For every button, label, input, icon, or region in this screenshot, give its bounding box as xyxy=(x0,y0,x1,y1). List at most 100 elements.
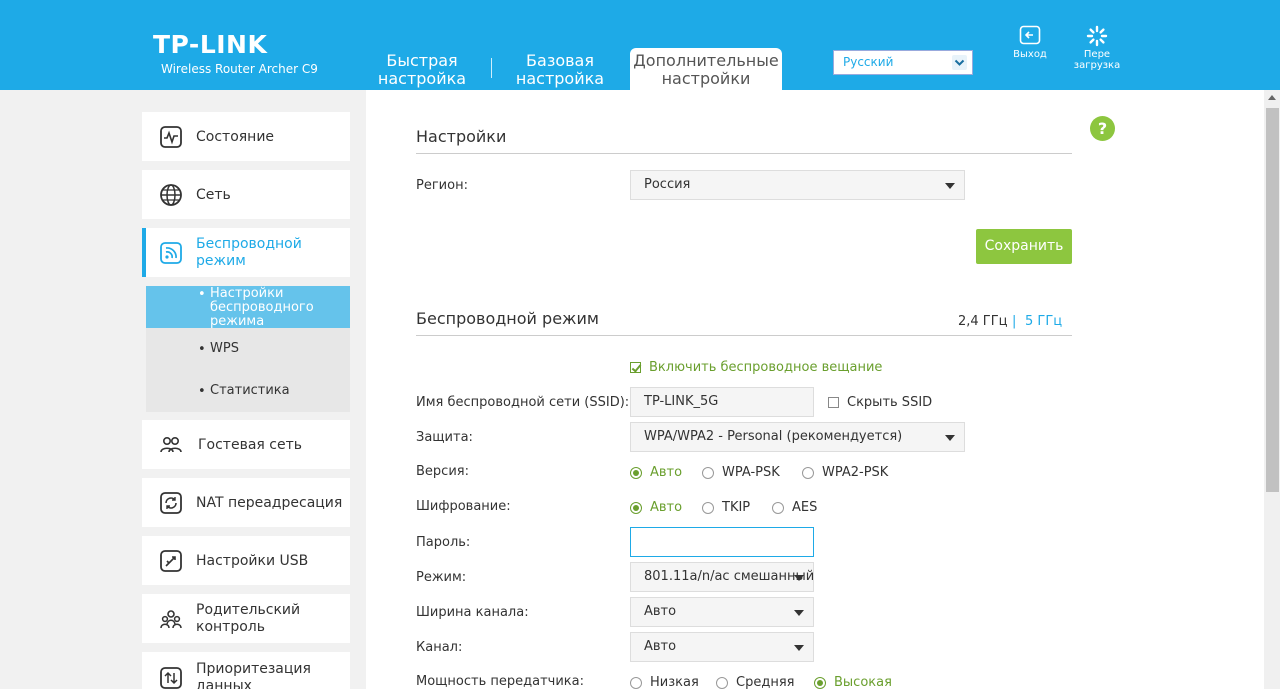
sidebar-label-line2: данных xyxy=(196,678,252,689)
reboot-button[interactable]: Пере загрузка xyxy=(1072,25,1122,71)
submenu-item-wireless-settings[interactable]: • Настройки беспроводного режима xyxy=(146,286,350,329)
mode-select[interactable]: 801.11a/n/ac смешанный xyxy=(630,562,814,592)
sidebar-item-label: Настройки USB xyxy=(196,553,309,569)
version-radio-wpa-psk[interactable]: WPA-PSK xyxy=(702,465,780,481)
encryption-radio-tkip[interactable]: TKIP xyxy=(702,500,750,516)
sidebar-label-line1: Приоритезация xyxy=(196,661,311,677)
hide-ssid-checkbox[interactable]: Скрыть SSID xyxy=(828,395,932,411)
tx-power-radio-low[interactable]: Низкая xyxy=(630,675,699,689)
wireless-submenu: • Настройки беспроводного режима • WPS •… xyxy=(146,286,350,412)
dropdown-arrow-icon xyxy=(794,645,804,651)
tx-power-radio-medium[interactable]: Средняя xyxy=(716,675,794,689)
region-select[interactable]: Россия xyxy=(630,170,965,200)
submenu-line2: беспроводного xyxy=(210,300,314,315)
tab-separator xyxy=(491,58,492,78)
sidebar-item-wireless[interactable]: Беспроводной режим xyxy=(142,228,350,277)
sidebar-item-label: Беспроводной режим xyxy=(196,236,302,270)
guest-icon xyxy=(160,437,182,453)
wireless-section-title: Беспроводной режим xyxy=(416,309,599,328)
sidebar-label-line2: режим xyxy=(196,253,246,269)
version-radio-wpa2-psk[interactable]: WPA2-PSK xyxy=(802,465,888,481)
tp-link-logo: TP-LINK xyxy=(153,30,268,59)
band-24ghz-link[interactable]: 2,4 ГГц xyxy=(958,314,1008,329)
sidebar-item-label: Состояние xyxy=(196,129,275,145)
version-radio-auto[interactable]: Авто xyxy=(630,465,682,481)
scroll-up-arrow-icon[interactable] xyxy=(1268,95,1276,100)
tab-quick-setup-line2: настройка xyxy=(377,69,467,88)
submenu-label: WPS xyxy=(210,341,239,356)
sidebar-item-usb[interactable]: Настройки USB xyxy=(142,536,350,585)
sidebar-item-nat[interactable]: NAT переадресация xyxy=(142,478,350,527)
submenu-line1: Настройки xyxy=(210,286,284,301)
password-input[interactable] xyxy=(630,527,814,557)
sidebar-label-line1: Беспроводной xyxy=(196,236,302,252)
reboot-icon xyxy=(1086,25,1108,47)
scrollbar-thumb[interactable] xyxy=(1266,108,1279,492)
channel-select[interactable]: Авто xyxy=(630,632,814,662)
sidebar-item-label: Сеть xyxy=(196,187,231,203)
bullet: • xyxy=(198,384,206,399)
top-header: TP-LINK Wireless Router Archer C9 Быстра… xyxy=(0,0,1280,90)
mode-value: 801.11a/n/ac смешанный xyxy=(644,569,814,584)
enable-broadcast-checkbox[interactable]: Включить беспроводное вещание xyxy=(630,360,882,376)
router-model: Wireless Router Archer C9 xyxy=(161,62,318,76)
tab-advanced-line1: Дополнительные xyxy=(633,51,779,70)
tab-basic-line2: настройка xyxy=(515,69,605,88)
tx-power-radio-high[interactable]: Высокая xyxy=(814,675,892,689)
dropdown-arrow-icon xyxy=(945,435,955,441)
channel-width-select[interactable]: Авто xyxy=(630,597,814,627)
logout-icon xyxy=(1019,25,1041,45)
tab-basic[interactable]: Базовая настройка xyxy=(510,52,610,94)
hide-ssid-label: Скрыть SSID xyxy=(847,395,933,410)
sidebar-item-label: Приоритезация данных xyxy=(196,661,311,689)
logout-label: Выход xyxy=(1013,49,1047,60)
settings-section-title: Настройки xyxy=(416,127,507,146)
sidebar-item-network[interactable]: Сеть xyxy=(142,170,350,219)
security-label: Защита: xyxy=(416,430,473,445)
dropdown-arrow-icon xyxy=(794,610,804,616)
ssid-input[interactable]: TP-LINK_5G xyxy=(630,387,814,417)
submenu-item-wps[interactable]: • WPS xyxy=(146,342,350,358)
sidebar-label-line1: Родительский xyxy=(196,602,301,618)
parental-icon xyxy=(160,610,182,629)
enable-broadcast-label: Включить беспроводное вещание xyxy=(649,360,883,375)
submenu-item-statistics[interactable]: • Статистика xyxy=(146,384,350,400)
sidebar-item-qos[interactable]: Приоритезация данных xyxy=(142,652,350,689)
logout-button[interactable]: Выход xyxy=(1012,25,1048,60)
help-button[interactable]: ? xyxy=(1090,116,1115,141)
sidebar-item-status[interactable]: Состояние xyxy=(142,112,350,161)
tab-basic-line1: Базовая xyxy=(526,51,594,70)
bullet: • xyxy=(198,287,206,302)
nat-icon xyxy=(160,492,182,514)
security-select[interactable]: WPA/WPA2 - Personal (рекомендуется) xyxy=(630,422,965,452)
channel-width-label: Ширина канала: xyxy=(416,605,529,620)
encryption-label: Шифрование: xyxy=(416,499,511,514)
region-value: Россия xyxy=(644,177,691,192)
language-value: Русский xyxy=(843,55,894,69)
band-5ghz-link[interactable]: 5 ГГц xyxy=(1025,314,1062,329)
globe-icon xyxy=(160,184,182,206)
password-label: Пароль: xyxy=(416,535,471,550)
sidebar-item-parental[interactable]: Родительский контроль xyxy=(142,594,350,643)
submenu-label: Настройки беспроводного режима xyxy=(210,287,314,329)
tab-advanced-line2: настройки xyxy=(661,69,751,88)
sidebar-item-guest[interactable]: Гостевая сеть xyxy=(142,420,350,469)
tx-power-label: Мощность передатчика: xyxy=(416,674,584,689)
language-select[interactable]: Русский xyxy=(833,50,973,75)
sidebar-label-line2: контроль xyxy=(196,619,265,635)
chevron-down-icon xyxy=(952,55,967,70)
encryption-radio-aes[interactable]: AES xyxy=(772,500,817,516)
tab-quick-setup[interactable]: Быстрая настройка xyxy=(372,52,472,94)
status-icon xyxy=(160,126,182,148)
dropdown-arrow-icon xyxy=(794,575,804,581)
submenu-label: Статистика xyxy=(210,383,290,398)
security-value: WPA/WPA2 - Personal (рекомендуется) xyxy=(644,429,903,444)
sidebar-item-label: NAT переадресация xyxy=(196,495,343,511)
save-button[interactable]: Сохранить xyxy=(976,229,1072,264)
usb-icon xyxy=(160,550,182,572)
section-divider xyxy=(416,153,1072,154)
channel-value: Авто xyxy=(644,639,677,654)
section-divider xyxy=(416,335,1072,336)
tab-advanced[interactable]: Дополнительные настройки xyxy=(630,48,782,90)
encryption-radio-auto[interactable]: Авто xyxy=(630,500,682,516)
